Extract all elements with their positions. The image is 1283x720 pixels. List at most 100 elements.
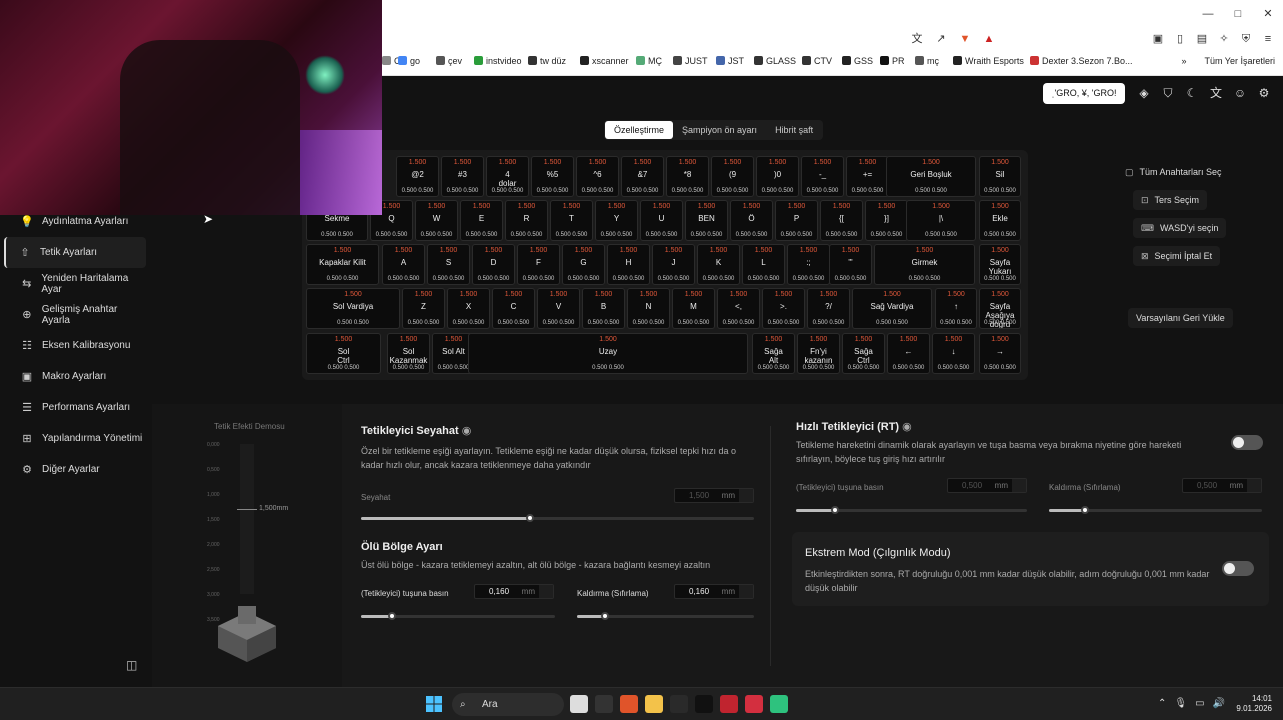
user-icon[interactable]: ☺	[1231, 84, 1249, 102]
brave-shield-icon[interactable]: ▼	[956, 30, 974, 48]
minimize-button[interactable]: —	[1193, 0, 1223, 28]
bookmark-item[interactable]: xscanner	[580, 56, 629, 66]
deadzone-press-input[interactable]: 0,160 mm	[474, 584, 554, 599]
keyboard-key[interactable]: 1.500 Kapaklar Kilit 0.500 0.500	[306, 244, 379, 285]
keyboard-key[interactable]: 1.500 >. 0.500 0.500	[762, 288, 805, 329]
keyboard-key[interactable]: 1.500 Fn'yi kazanın 0.500 0.500	[797, 333, 840, 374]
sidebar-item[interactable]: ⚙ Diğer Ayarlar	[4, 454, 146, 485]
sidebar-item[interactable]: ⇧ Tetik Ayarları	[4, 237, 146, 268]
keyboard-key[interactable]: 1.500 K 0.500 0.500	[697, 244, 740, 285]
app-icon-3[interactable]	[695, 695, 713, 713]
language-icon[interactable]: 文	[1207, 84, 1225, 102]
keyboard-key[interactable]: 1.500 <, 0.500 0.500	[717, 288, 760, 329]
deadzone-press-slider[interactable]	[361, 612, 555, 620]
sidebar-item[interactable]: ⊕ Gelişmiş Anahtar Ayarla	[4, 299, 146, 330]
tray-chevron-icon[interactable]: ⌃	[1158, 698, 1166, 709]
deadzone-release-spinner[interactable]	[739, 585, 753, 598]
keyboard-key[interactable]: 1.500 P 0.500 0.500	[775, 200, 818, 241]
brave-browser-icon[interactable]	[620, 695, 638, 713]
extreme-toggle[interactable]	[1222, 561, 1254, 576]
keyboard-key[interactable]: 1.500 Ekle 0.500 0.500	[979, 200, 1021, 241]
collapse-sidebar-icon[interactable]: ◫	[126, 658, 137, 672]
keyboard-key[interactable]: 1.500 U 0.500 0.500	[640, 200, 683, 241]
rt-eye-icon[interactable]: ◉	[902, 421, 912, 433]
mic-icon[interactable]: 🎙	[1174, 698, 1187, 709]
rt-press-spinner[interactable]	[1012, 479, 1026, 492]
rt-press-slider[interactable]	[796, 506, 1027, 514]
keyboard-key[interactable]: 1.500 Sol Kazanmak 0.500 0.500	[387, 333, 430, 374]
file-explorer-icon[interactable]	[645, 695, 663, 713]
mode-tab[interactable]: Hibrit şaft	[766, 121, 822, 139]
wallet-icon[interactable]: ▤	[1193, 30, 1211, 48]
bookmark-item[interactable]: instvideo	[474, 56, 522, 66]
keyboard-key[interactable]: 1.500 D 0.500 0.500	[472, 244, 515, 285]
travel-slider[interactable]	[361, 514, 754, 522]
keyboard-key[interactable]: 1.500 F 0.500 0.500	[517, 244, 560, 285]
keyboard-key[interactable]: 1.500 += 0.500 0.500	[846, 156, 889, 197]
keyboard-key[interactable]: 1.500 ?/ 0.500 0.500	[807, 288, 850, 329]
deadzone-release-slider[interactable]	[577, 612, 754, 620]
keyboard-key[interactable]: 1.500 J 0.500 0.500	[652, 244, 695, 285]
rt-release-spinner[interactable]	[1247, 479, 1261, 492]
bookmark-item[interactable]: tw düz	[528, 56, 566, 66]
keyboard-key[interactable]: 1.500 {[0.500 0.500	[820, 200, 863, 241]
keyboard-key[interactable]: 1.500:; 0.500 0.500	[787, 244, 830, 285]
reader-icon[interactable]: ▣	[1149, 30, 1167, 48]
network-icon[interactable]: ▭	[1195, 698, 1204, 709]
close-button[interactable]: ✕	[1253, 0, 1283, 28]
bookmark-item[interactable]: çev	[436, 56, 462, 66]
menu-icon[interactable]: ≡	[1259, 30, 1277, 48]
keyboard-key[interactable]: 1.500 L 0.500 0.500	[742, 244, 785, 285]
keyboard-key[interactable]: 1.500 "' 0.500 0.500	[829, 244, 872, 285]
keyboard-key[interactable]: 1.500 Sol Ctrl 0.500 0.500	[306, 333, 381, 374]
keyboard-key[interactable]: 1.500 N 0.500 0.500	[627, 288, 670, 329]
shirt-icon[interactable]: ⛉	[1159, 84, 1177, 102]
rt-release-thumb[interactable]	[1081, 506, 1090, 514]
keyboard-key[interactable]: 1.500 ^6 0.500 0.500	[576, 156, 619, 197]
bookmark-item[interactable]: PR	[880, 56, 905, 66]
bookmarks-more[interactable]: »	[1181, 56, 1186, 66]
windows-start-icon[interactable]	[426, 696, 442, 712]
bookmark-item[interactable]: CTV	[802, 56, 832, 66]
keyboard-key[interactable]: 1.500 %5 0.500 0.500	[531, 156, 574, 197]
keyboard-key[interactable]: 1.500 R 0.500 0.500	[505, 200, 548, 241]
keyboard-key[interactable]: 1.500 |\ 0.500 0.500	[906, 200, 976, 241]
app-icon-6[interactable]	[770, 695, 788, 713]
travel-slider-thumb[interactable]	[525, 514, 534, 522]
keyboard-key[interactable]: 1.500 BEN 0.500 0.500	[685, 200, 728, 241]
bookmark-item[interactable]: go	[398, 56, 420, 66]
profile-name-button[interactable]: ˌ'GRO, ¥, 'GRO!	[1043, 83, 1125, 104]
clock[interactable]: 14:01 9.01.2026	[1228, 694, 1272, 714]
sidebar-item[interactable]: ⊞ Yapılandırma Yönetimi	[4, 423, 146, 454]
keyboard-key[interactable]: 1.500 &7 0.500 0.500	[621, 156, 664, 197]
keyboard-key[interactable]: 1.500 Girmek 0.500 0.500	[874, 244, 975, 285]
app-icon-1[interactable]	[595, 695, 613, 713]
theme-moon-icon[interactable]: ☾	[1183, 84, 1201, 102]
bookmark-item[interactable]: Dexter 3.Sezon 7.Bo...	[1030, 56, 1133, 66]
select-wasd-button[interactable]: ⌨ WASD'yi seçin	[1133, 218, 1227, 238]
deadzone-press-spinner[interactable]	[539, 585, 553, 598]
keyboard-key[interactable]: 1.500 @2 0.500 0.500	[396, 156, 439, 197]
keyboard-key[interactable]: 1.500 4 dolar 0.500 0.500	[486, 156, 529, 197]
translate-icon[interactable]: 文	[908, 30, 926, 48]
keyboard-key[interactable]: 1.500 Ö 0.500 0.500	[730, 200, 773, 241]
keyboard-key[interactable]: 1.500 Uzay 0.500 0.500	[468, 333, 748, 374]
keyboard-key[interactable]: 1.500 (9 0.500 0.500	[711, 156, 754, 197]
keyboard-key[interactable]: 1.500 T 0.500 0.500	[550, 200, 593, 241]
select-all-keys-button[interactable]: ▢ Tüm Anahtarları Seç	[1125, 162, 1230, 182]
keyboard-key[interactable]: 1.500 X 0.500 0.500	[447, 288, 490, 329]
keyboard-key[interactable]: 1.500}] 0.500 0.500	[865, 200, 908, 241]
keyboard-key[interactable]: 1.500 #3 0.500 0.500	[441, 156, 484, 197]
deselect-button[interactable]: ⊠ Seçimi İptal Et	[1133, 246, 1221, 266]
bookmark-item[interactable]: MÇ	[636, 56, 662, 66]
keyboard-key[interactable]: 1.500 W 0.500 0.500	[415, 200, 458, 241]
rt-release-slider[interactable]	[1049, 506, 1262, 514]
app-icon-4[interactable]	[720, 695, 738, 713]
leo-icon[interactable]: ✧	[1215, 30, 1233, 48]
keyboard-key[interactable]: 1.500 → 0.500 0.500	[979, 333, 1021, 374]
bookmark-item[interactable]: mç	[915, 56, 939, 66]
keyboard-key[interactable]: 1.500 S 0.500 0.500	[427, 244, 470, 285]
mode-tab[interactable]: Şampiyon ön ayarı	[673, 121, 766, 139]
keyboard-key[interactable]: 1.500 E 0.500 0.500	[460, 200, 503, 241]
bookmark-item[interactable]: GSS	[842, 56, 873, 66]
